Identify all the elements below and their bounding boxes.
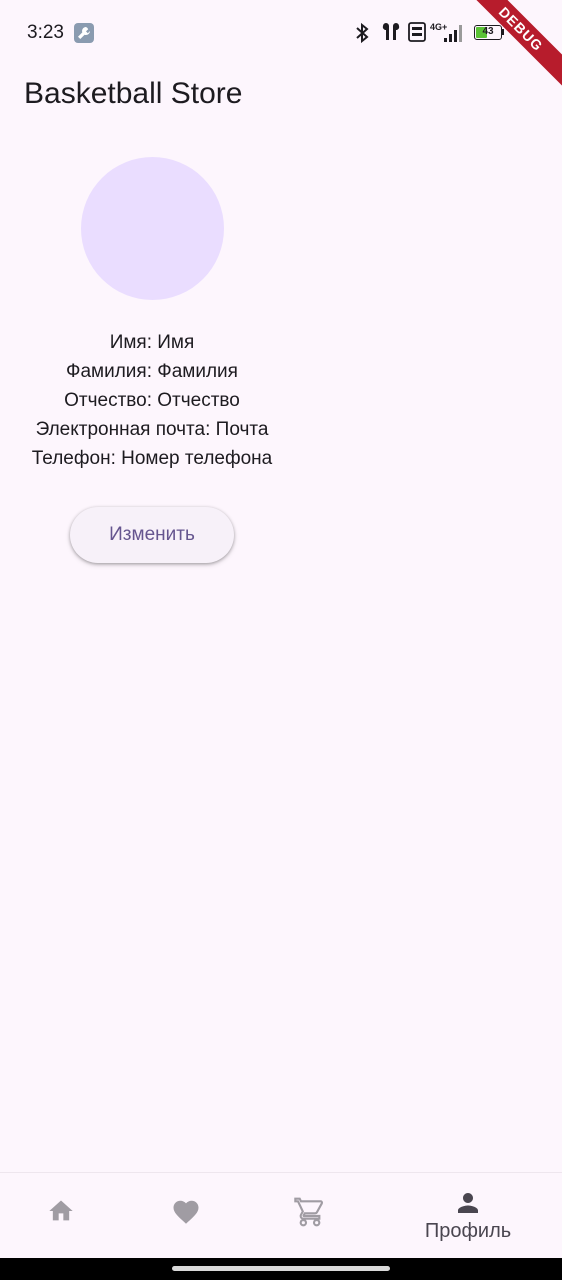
battery-icon: 43 bbox=[474, 25, 502, 40]
page-title: Basketball Store bbox=[24, 77, 243, 110]
earbuds-icon bbox=[382, 23, 400, 40]
status-bar: 3:23 4G+ 43 DEBUG bbox=[0, 0, 562, 97]
debug-banner: DEBUG bbox=[453, 0, 562, 97]
profile-info: Имя: Имя Фамилия: Фамилия Отчество: Отче… bbox=[0, 328, 304, 473]
first-name-text: Имя: Имя bbox=[109, 332, 195, 353]
nav-item-cart[interactable] bbox=[241, 1173, 381, 1259]
cart-icon bbox=[294, 1197, 324, 1227]
last-name-text: Фамилия: Фамилия bbox=[66, 361, 238, 382]
person-icon bbox=[458, 1193, 478, 1213]
signal-icon bbox=[444, 25, 462, 42]
wrench-icon bbox=[74, 23, 94, 43]
nav-item-favorites[interactable] bbox=[117, 1173, 257, 1259]
edit-button-label: Изменить bbox=[109, 524, 195, 545]
avatar bbox=[81, 157, 224, 300]
status-time: 3:23 bbox=[27, 22, 64, 43]
nav-label-profile: Профиль bbox=[424, 1220, 512, 1242]
bluetooth-icon bbox=[356, 22, 369, 44]
system-navigation-bar bbox=[0, 1258, 562, 1280]
bottom-navigation: Профиль bbox=[0, 1172, 562, 1259]
volte-icon bbox=[408, 22, 426, 42]
phone-text: Телефон: Номер телефона bbox=[31, 448, 273, 469]
home-icon bbox=[49, 1200, 73, 1221]
heart-icon bbox=[173, 1200, 199, 1224]
patronymic-text: Отчество: Отчество bbox=[64, 390, 240, 411]
battery-level: 43 bbox=[482, 26, 494, 37]
edit-profile-button[interactable]: Изменить bbox=[70, 507, 234, 563]
home-gesture-handle[interactable] bbox=[172, 1266, 390, 1271]
nav-item-profile[interactable]: Профиль bbox=[398, 1173, 538, 1259]
email-text: Электронная почта: Почта bbox=[35, 419, 269, 440]
nav-item-home[interactable] bbox=[0, 1173, 133, 1259]
